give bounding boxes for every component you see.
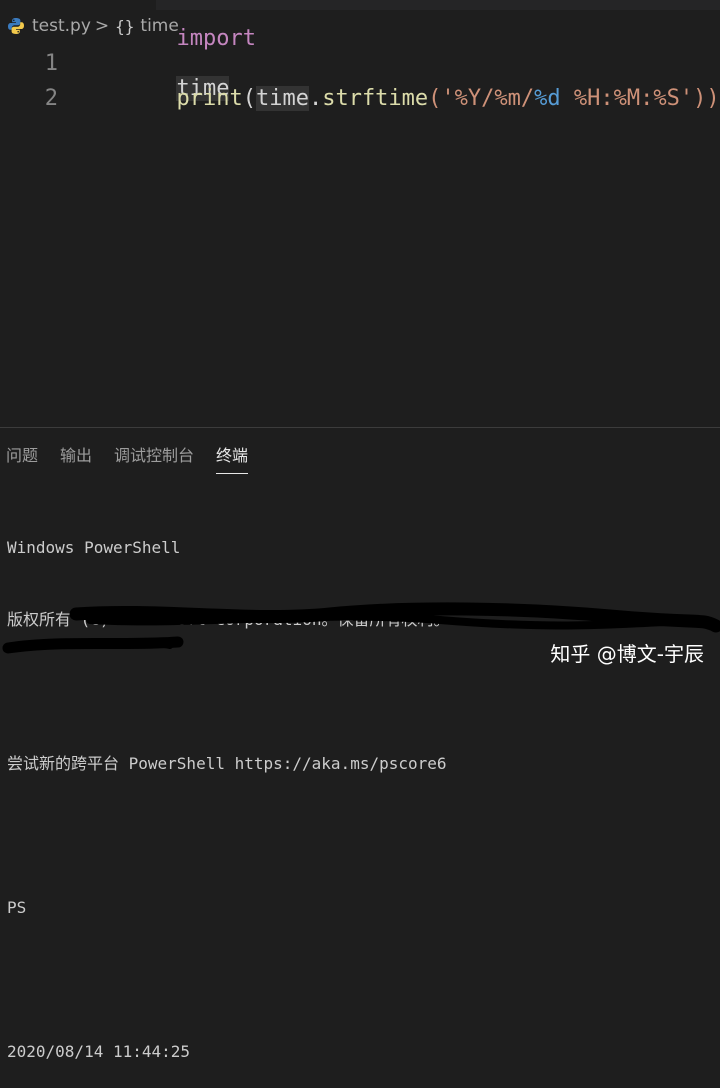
function-token: print xyxy=(176,85,243,111)
line-number: 1 xyxy=(44,50,58,76)
identifier-token: time xyxy=(255,85,309,111)
string-close-token: ')) xyxy=(679,85,720,111)
tab-debug-console[interactable]: 调试控制台 xyxy=(114,442,194,472)
paren-token: ( xyxy=(242,85,256,111)
tab-output[interactable]: 输出 xyxy=(60,442,92,472)
code-line[interactable]: 2 print(time.strftime('%Y/%m/%d %H:%M:%S… xyxy=(0,81,720,115)
watermark-text: 知乎 @博文-宇辰 xyxy=(550,642,704,666)
keyword-token: import xyxy=(176,25,256,51)
string-token: %Y/%m/ xyxy=(454,85,535,111)
terminal-timestamp-line: 2020/08/14 11:44:25 xyxy=(7,1042,191,1061)
format-escape-token: %d xyxy=(534,85,561,111)
terminal-line: 尝试新的跨平台 PowerShell https://aka.ms/pscore… xyxy=(7,754,447,773)
line-number: 2 xyxy=(44,85,58,111)
string-token: %H:%M:%S xyxy=(560,85,680,111)
panel-tab-bar: 问题 输出 调试控制台 终端 xyxy=(6,442,270,476)
breadcrumb-file[interactable]: test.py xyxy=(32,16,91,36)
string-open-token: (' xyxy=(428,85,455,111)
terminal-line: Windows PowerShell xyxy=(7,538,181,557)
code-line[interactable]: 1 import time xyxy=(0,26,256,101)
dot-token: . xyxy=(308,85,323,111)
python-file-icon xyxy=(8,18,24,34)
code-editor[interactable]: 1 import time 2 print(time.strftime('%Y/… xyxy=(0,26,720,427)
tab-problems[interactable]: 问题 xyxy=(6,442,38,472)
method-token: strftime xyxy=(322,85,429,111)
tab-terminal[interactable]: 终端 xyxy=(216,442,249,474)
terminal-output[interactable]: Windows PowerShell 版权所有 (C) Microsoft Co… xyxy=(7,488,720,1088)
terminal-prompt-line: PS xyxy=(7,898,27,917)
panel-divider[interactable] xyxy=(0,427,720,428)
